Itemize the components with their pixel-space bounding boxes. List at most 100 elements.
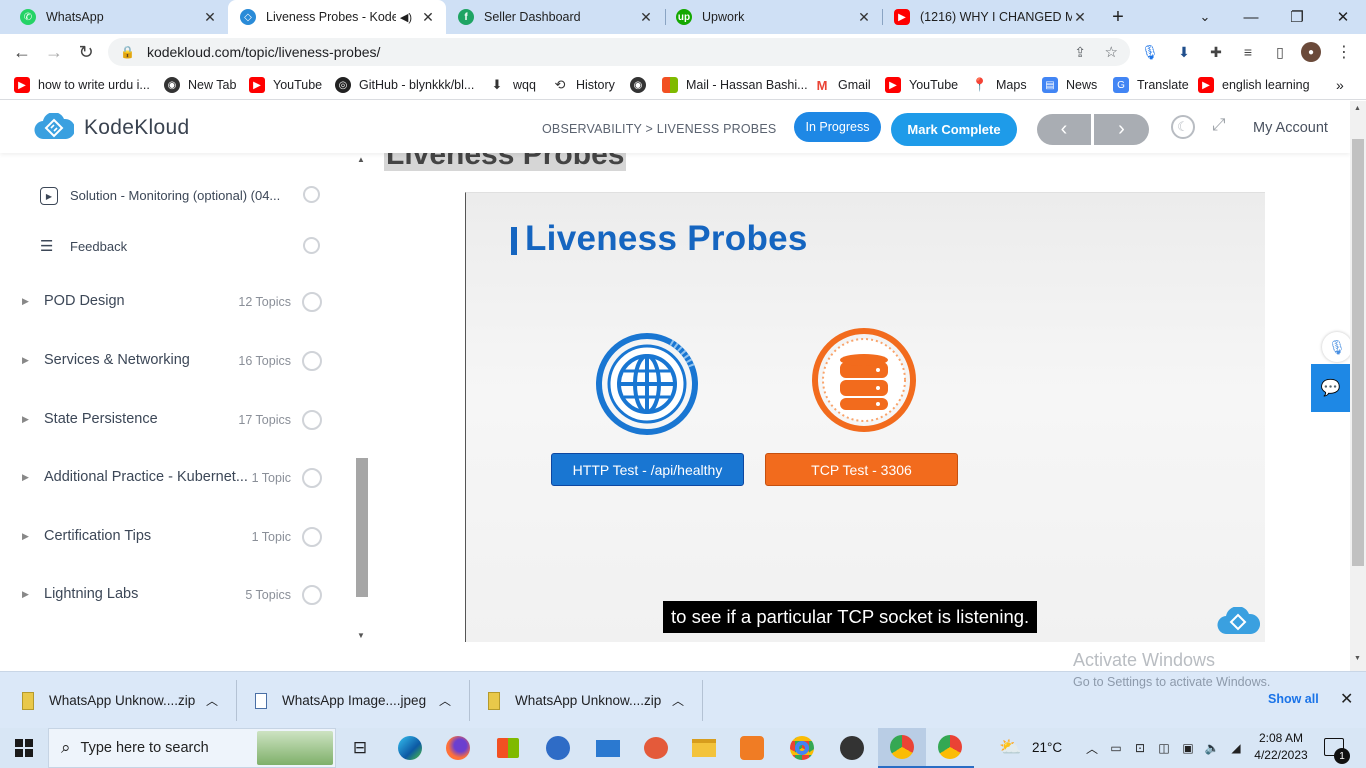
sidebar-section-lightning-labs[interactable]: ▶ Lightning Labs 5 Topics bbox=[0, 580, 355, 610]
bookmark-item[interactable]: ▶ YouTube bbox=[249, 76, 322, 94]
clock-time[interactable]: 2:08 AM bbox=[1256, 731, 1306, 745]
close-icon[interactable]: ✕ bbox=[638, 9, 654, 26]
clock-date[interactable]: 4/22/2023 bbox=[1254, 748, 1308, 762]
forward-button[interactable]: → bbox=[40, 38, 68, 66]
share-icon[interactable]: ⇪ bbox=[1074, 44, 1086, 61]
completion-circle[interactable] bbox=[303, 186, 320, 203]
completion-circle[interactable] bbox=[302, 292, 322, 312]
chrome-profile-icon[interactable] bbox=[878, 728, 926, 768]
bookmark-item[interactable]: G Translate bbox=[1113, 76, 1189, 94]
logo-text[interactable]: KodeKloud bbox=[84, 116, 189, 140]
sidebar-section-services-networking[interactable]: ▶ Services & Networking 16 Topics bbox=[0, 346, 355, 376]
video-player[interactable]: Liveness Probes HTTP Test - /api/healthy… bbox=[465, 192, 1265, 642]
chrome-icon[interactable] bbox=[778, 728, 826, 768]
sidebar-section-certification-tips[interactable]: ▶ Certification Tips 1 Topic bbox=[0, 522, 355, 552]
bookmark-item[interactable]: ⬇ wqq bbox=[489, 76, 536, 94]
dark-mode-icon[interactable]: ☾ bbox=[1171, 115, 1195, 139]
media-control-icon[interactable]: ≡ bbox=[1238, 42, 1258, 62]
chat-widget-button[interactable]: 💬 bbox=[1311, 364, 1350, 412]
completion-circle[interactable] bbox=[302, 527, 322, 547]
close-icon[interactable]: ✕ bbox=[856, 9, 872, 26]
file-explorer-icon[interactable] bbox=[680, 728, 728, 768]
my-account-link[interactable]: My Account bbox=[1253, 120, 1328, 136]
bookmark-item[interactable]: 📍 Maps bbox=[972, 76, 1027, 94]
temperature[interactable]: 21°C bbox=[1032, 740, 1062, 755]
mail-icon[interactable] bbox=[584, 728, 632, 768]
weather-icon[interactable]: ⛅ bbox=[999, 737, 1021, 758]
network-device-icon[interactable]: ⊡ bbox=[1132, 740, 1148, 756]
volume-icon[interactable]: 🔈 bbox=[1204, 740, 1220, 756]
bookmark-item[interactable]: ⟲ History bbox=[552, 76, 615, 94]
mark-complete-button[interactable]: Mark Complete bbox=[891, 113, 1017, 146]
tab-search-chevron-icon[interactable]: ⌄ bbox=[1182, 0, 1228, 34]
previous-topic-button[interactable]: ‹ bbox=[1037, 114, 1091, 145]
new-tab-button[interactable]: + bbox=[1096, 0, 1140, 34]
completion-circle[interactable] bbox=[303, 237, 320, 254]
store-icon[interactable] bbox=[484, 728, 532, 768]
tab-seller-dashboard[interactable]: f Seller Dashboard ✕ bbox=[446, 0, 664, 34]
scrollbar-thumb[interactable] bbox=[1352, 139, 1364, 566]
scroll-up-arrow-icon[interactable]: ▲ bbox=[1354, 105, 1361, 112]
snail-app-icon[interactable] bbox=[632, 728, 680, 768]
bookmark-item[interactable]: ◉ bbox=[630, 76, 654, 94]
lesson-item[interactable]: ☰ Feedback bbox=[0, 232, 355, 262]
bookmark-item[interactable]: ▤ News bbox=[1042, 76, 1097, 94]
restore-button[interactable]: ❐ bbox=[1274, 0, 1320, 34]
obs-icon[interactable] bbox=[828, 728, 876, 768]
tray-chevron-icon[interactable]: ︿ bbox=[1084, 740, 1100, 756]
close-downloads-bar-button[interactable]: ✕ bbox=[1340, 689, 1353, 709]
sidebar-scrollbar-thumb[interactable] bbox=[356, 458, 368, 597]
skype-icon[interactable] bbox=[534, 728, 582, 768]
bookmark-item[interactable]: ▶ english learning bbox=[1198, 76, 1310, 94]
completion-circle[interactable] bbox=[302, 351, 322, 371]
fullscreen-icon[interactable]: ⤢ bbox=[1212, 115, 1226, 135]
windows-start-icon[interactable] bbox=[0, 728, 48, 768]
bookmark-item[interactable]: ◎ GitHub - blynkkk/bl... bbox=[335, 76, 474, 94]
download-item[interactable]: WhatsApp Unknow....zip ︿ bbox=[22, 672, 222, 729]
bookmark-item[interactable]: M Gmail bbox=[814, 76, 871, 94]
tab-youtube-video[interactable]: ▶ (1216) WHY I CHANGED MY ✕ bbox=[882, 0, 1098, 34]
sidebar-section-additional-practice[interactable]: ▶ Additional Practice - Kubernet... 1 To… bbox=[0, 463, 355, 493]
address-bar[interactable]: 🔒 kodekloud.com/topic/liveness-probes/ ⇪… bbox=[108, 38, 1130, 66]
chevron-up-icon[interactable]: ︿ bbox=[439, 692, 451, 709]
battery-icon[interactable]: ▭ bbox=[1108, 740, 1124, 756]
firefox-icon[interactable] bbox=[434, 728, 482, 768]
display-icon[interactable]: ▣ bbox=[1180, 740, 1196, 756]
taskbar-search-box[interactable]: ⌕ Type here to search bbox=[48, 728, 336, 768]
completion-circle[interactable] bbox=[302, 410, 322, 430]
sidebar-section-pod-design[interactable]: ▶ POD Design 12 Topics bbox=[0, 287, 355, 317]
back-button[interactable]: ← bbox=[8, 38, 36, 66]
close-icon[interactable]: ✕ bbox=[420, 9, 436, 26]
download-item[interactable]: WhatsApp Image....jpeg ︿ bbox=[255, 672, 455, 729]
settings-app-icon[interactable] bbox=[728, 728, 776, 768]
chevron-up-icon[interactable]: ︿ bbox=[672, 692, 684, 709]
minimize-button[interactable]: — bbox=[1228, 0, 1274, 34]
tab-upwork[interactable]: up Upwork ✕ bbox=[664, 0, 882, 34]
chrome-profile-h-icon[interactable] bbox=[926, 728, 974, 768]
reload-button[interactable]: ↻ bbox=[72, 38, 100, 66]
next-topic-button[interactable]: › bbox=[1094, 114, 1149, 145]
bookmark-star-icon[interactable]: ☆ bbox=[1105, 43, 1118, 61]
microphone-extension-icon[interactable]: 🎙 bbox=[1140, 42, 1160, 62]
bookmark-item[interactable]: ▶ YouTube bbox=[885, 76, 958, 94]
chevron-up-icon[interactable]: ︿ bbox=[206, 692, 218, 709]
profile-avatar[interactable]: ● bbox=[1301, 42, 1321, 62]
lesson-item[interactable]: ▶ Solution - Monitoring (optional) (04..… bbox=[0, 181, 355, 211]
extensions-puzzle-icon[interactable]: ✚ bbox=[1206, 42, 1226, 62]
task-view-icon[interactable]: ⊟ bbox=[336, 728, 384, 768]
kodekloud-logo-icon[interactable] bbox=[34, 112, 76, 141]
download-item[interactable]: WhatsApp Unknow....zip ︿ bbox=[488, 672, 688, 729]
page-scrollbar[interactable]: ▲ ▼ bbox=[1350, 101, 1366, 671]
completion-circle[interactable] bbox=[302, 468, 322, 488]
more-bookmarks-chevron-icon[interactable]: » bbox=[1336, 76, 1344, 94]
bookmark-item[interactable]: ▶ how to write urdu i... bbox=[14, 76, 150, 94]
speaker-icon[interactable]: ◀) bbox=[400, 11, 412, 24]
breadcrumb[interactable]: OBSERVABILITY > LIVENESS PROBES bbox=[542, 122, 776, 136]
show-all-downloads-link[interactable]: Show all bbox=[1268, 692, 1319, 706]
edge-icon[interactable] bbox=[386, 728, 434, 768]
sidebar-section-state-persistence[interactable]: ▶ State Persistence 17 Topics bbox=[0, 405, 355, 435]
download-extension-icon[interactable]: ⬇ bbox=[1174, 42, 1194, 62]
scroll-down-arrow-icon[interactable]: ▼ bbox=[1354, 655, 1361, 662]
wifi-icon[interactable]: ◢ bbox=[1228, 740, 1244, 756]
side-panel-icon[interactable]: ▯ bbox=[1270, 42, 1290, 62]
